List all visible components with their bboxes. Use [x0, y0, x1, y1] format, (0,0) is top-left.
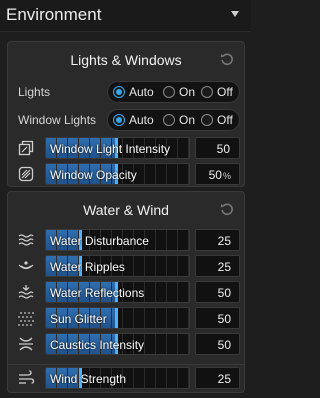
sun-glitter-row: Sun Glitter 50	[8, 307, 246, 329]
wind-strength-slider[interactable]: Wind Strength	[45, 367, 190, 389]
lights-toggle-row: Lights Auto On Off	[8, 81, 246, 103]
water-ripples-row: Water Ripples 25	[8, 255, 246, 277]
radio-icon	[201, 86, 213, 98]
slider-label: Caustics Intensity	[50, 338, 145, 352]
reset-icon[interactable]	[220, 52, 234, 66]
wind-strength-value[interactable]: 25	[195, 367, 240, 389]
window-opacity-slider[interactable]: Window Opacity	[45, 163, 190, 185]
caustics-intensity-slider[interactable]: Caustics Intensity	[45, 333, 190, 355]
slider-label: Window Light Intensity	[50, 142, 171, 156]
water-ripples-slider[interactable]: Water Ripples	[45, 255, 190, 277]
sun-glitter-icon	[18, 312, 34, 326]
window-light-intensity-value[interactable]: 50	[195, 137, 240, 159]
water-wind-section: Water & Wind Water Disturbance 25 Water …	[7, 191, 245, 393]
slider-label: Window Opacity	[50, 168, 137, 182]
water-reflections-row: Water Reflections 50	[8, 281, 246, 303]
chevron-down-icon[interactable]	[231, 11, 239, 17]
window-lights-toggle-row: Window Lights Auto On Off	[8, 109, 246, 131]
window-opacity-row: Window Opacity 50%	[8, 163, 246, 185]
window-lights-label: Window Lights	[18, 113, 97, 127]
section-title: Water & Wind	[83, 202, 169, 218]
water-reflections-icon	[18, 285, 34, 299]
caustics-intensity-row: Caustics Intensity 50	[8, 333, 246, 355]
sun-glitter-slider[interactable]: Sun Glitter	[45, 307, 190, 329]
panel-title: Environment	[6, 5, 102, 24]
section-title: Lights & Windows	[70, 52, 182, 68]
water-reflections-slider[interactable]: Water Reflections	[45, 281, 190, 303]
slider-label: Sun Glitter	[50, 312, 107, 326]
window-lights-mode-selector: Auto On Off	[107, 109, 240, 131]
window-light-intensity-row: Window Light Intensity 50	[8, 137, 246, 159]
panel-header[interactable]: Environment	[0, 0, 251, 32]
window-lights-option-on[interactable]: On	[163, 110, 195, 130]
radio-icon	[163, 86, 175, 98]
window-light-icon	[18, 140, 34, 156]
slider-label: Water Ripples	[50, 260, 125, 274]
lights-mode-selector: Auto On Off	[107, 81, 240, 103]
caustics-icon	[19, 337, 33, 351]
water-disturbance-slider[interactable]: Water Disturbance	[45, 229, 190, 251]
lights-option-off[interactable]: Off	[201, 82, 233, 102]
water-disturbance-icon	[18, 234, 34, 246]
radio-icon	[201, 114, 213, 126]
window-opacity-value[interactable]: 50%	[195, 163, 240, 185]
window-opacity-icon	[18, 166, 34, 182]
window-lights-option-auto[interactable]: Auto	[113, 110, 154, 130]
divider	[8, 364, 244, 365]
water-disturbance-row: Water Disturbance 25	[8, 229, 246, 251]
sun-glitter-value[interactable]: 50	[195, 307, 240, 329]
water-ripples-value[interactable]: 25	[195, 255, 240, 277]
slider-label: Wind Strength	[50, 372, 127, 386]
slider-label: Water Disturbance	[50, 234, 149, 248]
reset-icon[interactable]	[220, 202, 234, 216]
caustics-intensity-value[interactable]: 50	[195, 333, 240, 355]
water-reflections-value[interactable]: 50	[195, 281, 240, 303]
radio-selected-icon	[113, 86, 125, 98]
slider-label: Water Reflections	[50, 286, 145, 300]
radio-icon	[163, 114, 175, 126]
water-disturbance-value[interactable]: 25	[195, 229, 240, 251]
wind-icon	[19, 370, 35, 384]
radio-selected-icon	[113, 114, 125, 126]
lights-windows-section: Lights & Windows Lights Auto On Off Wind…	[7, 41, 245, 187]
water-ripples-icon	[18, 261, 34, 270]
window-lights-option-off[interactable]: Off	[201, 110, 233, 130]
wind-strength-row: Wind Strength 25	[8, 367, 246, 389]
lights-label: Lights	[18, 85, 51, 99]
window-light-intensity-slider[interactable]: Window Light Intensity	[45, 137, 190, 159]
environment-panel: Environment Lights & Windows Lights Auto…	[0, 0, 251, 398]
lights-option-on[interactable]: On	[163, 82, 195, 102]
lights-option-auto[interactable]: Auto	[113, 82, 154, 102]
